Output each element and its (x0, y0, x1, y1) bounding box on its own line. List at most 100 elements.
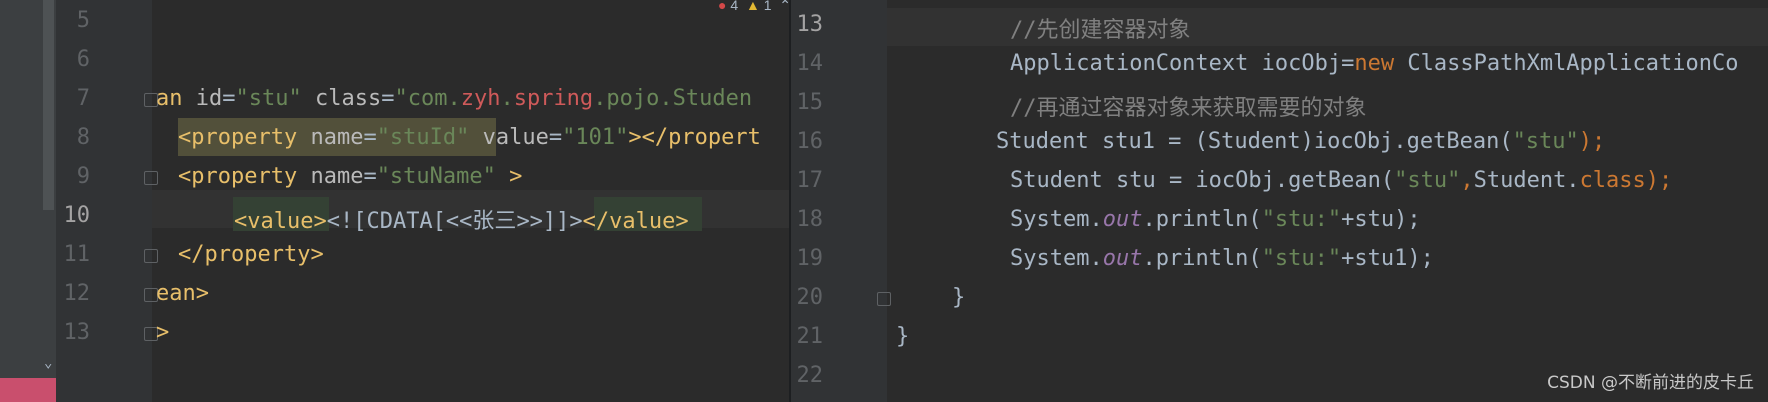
code-token: // (1010, 18, 1037, 43)
line-number: 11 (63, 242, 91, 267)
code-token: System. (1010, 246, 1103, 271)
code-token: ean> (156, 281, 209, 306)
error-count: 4 (730, 0, 739, 13)
line-number-gutter: 5 6 7 8 9 10 11 12 13 (56, 0, 158, 402)
line-number: 8 (76, 125, 90, 150)
code-token: , (1460, 168, 1474, 193)
code-token: "stu" (1512, 129, 1579, 154)
code-token: name (310, 164, 364, 189)
status-indicator (0, 378, 56, 402)
line-number: 19 (796, 246, 824, 271)
code-token: "stu" (235, 86, 302, 111)
code-token: Student stu = iocObj.getBean( (1010, 168, 1395, 193)
code-token: System. (1010, 207, 1103, 232)
line-number: 13 (63, 320, 91, 345)
code-line-10[interactable]: <value><![CDATA[<<张三>>]]></value> (234, 203, 689, 235)
line-number: 9 (76, 164, 90, 189)
code-token: <property (178, 164, 311, 189)
chevron-up-icon[interactable]: ⌃ (779, 0, 789, 13)
code-token: >>]]> (516, 209, 583, 234)
java-editor-pane[interactable]: 13 14 15 16 17 18 19 20 21 22 //先创建容器对象 … (791, 0, 1768, 402)
line-number: 6 (76, 47, 90, 72)
code-token: </property> (178, 242, 324, 267)
watermark: CSDN @不断前进的皮卡丘 (1547, 373, 1754, 393)
code-line-13[interactable]: > (156, 320, 169, 345)
code-token: Student stu1 = (Student)iocObj.getBean( (996, 129, 1513, 154)
code-token: 张三 (472, 209, 517, 234)
code-token: ClassPathXmlApplicationCo (1394, 51, 1739, 76)
line-number: 22 (796, 363, 824, 388)
code-line-17[interactable]: Student stu = iocObj.getBean("stu",Stude… (1010, 168, 1672, 193)
code-token: class (1579, 168, 1646, 193)
line-number: 12 (63, 281, 91, 306)
code-token: ); (1578, 129, 1606, 154)
line-number: 16 (796, 129, 824, 154)
code-token: +stu1); (1341, 246, 1434, 271)
code-token: .println( (1142, 246, 1262, 271)
line-number: 14 (796, 51, 824, 76)
code-token: ); (1645, 168, 1673, 193)
code-line-15[interactable]: //再通过容器对象来获取需要的对象 (1010, 90, 1367, 122)
code-token: } (952, 285, 966, 310)
code-line-12[interactable]: ean> (156, 281, 209, 306)
code-token: // (1010, 96, 1037, 121)
fold-marker-icon[interactable] (144, 171, 158, 185)
chevron-down-icon[interactable]: ⌄ (44, 355, 52, 371)
code-token: out (1102, 207, 1143, 232)
code-line-11[interactable]: </property> (178, 242, 324, 267)
line-number: 10 (63, 203, 91, 228)
code-token: ApplicationContext iocObj= (1010, 51, 1355, 76)
code-token: an (156, 86, 196, 111)
code-token: .pojo.Studen (593, 86, 753, 111)
error-icon: ● (718, 0, 727, 13)
warning-count: 1 (763, 0, 772, 13)
code-token: 再通过容器对象来获取需要的对象 (1036, 96, 1367, 121)
code-token: = (363, 164, 377, 189)
code-line-16[interactable]: Student stu1 = (Student)iocObj.getBean("… (996, 129, 1605, 154)
inspection-widget[interactable]: ● 4 ▲ 1 ⌃ ⌄ (718, 0, 789, 14)
code-token: zyh (460, 86, 501, 111)
code-line-14[interactable]: ApplicationContext iocObj=new ClassPathX… (1010, 51, 1739, 76)
fold-marker-icon[interactable] (877, 292, 891, 306)
code-token: Student. (1473, 168, 1580, 193)
code-token: > (156, 320, 170, 345)
line-number: 7 (76, 86, 90, 111)
code-line-19[interactable]: System.out.println("stu:"+stu1); (1010, 246, 1434, 271)
code-line-13[interactable]: //先创建容器对象 (1010, 12, 1191, 44)
line-number: 21 (796, 324, 824, 349)
code-token: "stu:" (1261, 246, 1342, 271)
code-token: = (222, 86, 236, 111)
project-tool-strip: ⌄ (0, 0, 56, 402)
code-token: > (495, 164, 523, 189)
code-token: "stuId" (376, 125, 470, 150)
line-number-gutter: 13 14 15 16 17 18 19 20 21 22 (791, 0, 891, 402)
fold-marker-icon[interactable] (144, 249, 158, 263)
code-token: .println( (1142, 207, 1262, 232)
line-number: 17 (796, 168, 824, 193)
line-number: 5 (76, 8, 90, 33)
code-token: new (1354, 51, 1395, 76)
code-token: "stu" (1394, 168, 1461, 193)
code-token: = (548, 125, 563, 150)
code-token: } (896, 324, 910, 349)
code-token: "101" (562, 125, 629, 150)
code-token: . (500, 86, 514, 111)
tool-strip-scrollbar[interactable] (43, 0, 54, 210)
code-line-20[interactable]: } (952, 285, 965, 310)
code-line-21[interactable]: } (896, 324, 909, 349)
code-line-18[interactable]: System.out.println("stu:"+stu); (1010, 207, 1421, 232)
line-number: 20 (796, 285, 824, 310)
code-token: = (381, 86, 395, 111)
code-token: ></propert (628, 125, 761, 150)
code-token: </value> (582, 209, 689, 234)
code-token: +stu); (1341, 207, 1421, 232)
code-token: "com. (394, 86, 461, 111)
code-line-9[interactable]: <property name="stuName" > (178, 164, 522, 189)
xml-editor-pane[interactable]: 5 6 7 8 9 10 11 12 13 an id="stu" class=… (56, 0, 789, 402)
line-number: 13 (796, 12, 824, 37)
line-number: 18 (796, 207, 824, 232)
code-token: 先创建容器对象 (1036, 18, 1191, 43)
code-line-7[interactable]: an id="stu" class="com.zyh.spring.pojo.S… (156, 86, 752, 111)
code-token: out (1102, 246, 1143, 271)
code-line-8[interactable]: <property name="stuId" value="101"></pro… (178, 125, 761, 150)
